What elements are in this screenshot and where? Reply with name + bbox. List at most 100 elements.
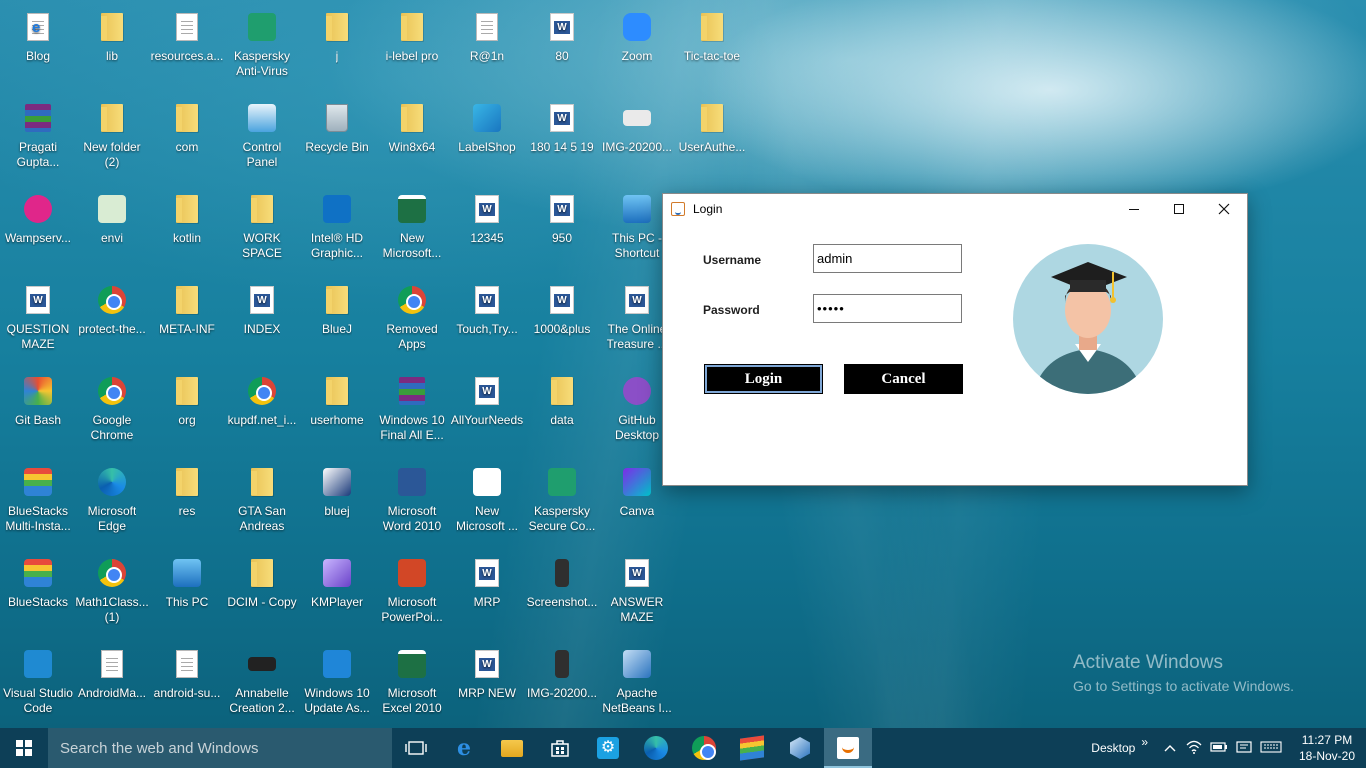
taskbar-java-app[interactable] xyxy=(824,728,872,768)
keyboard-icon[interactable] xyxy=(1260,740,1282,756)
taskbar-file-explorer[interactable] xyxy=(488,728,536,768)
taskbar-netbeans[interactable] xyxy=(776,728,824,768)
task-view-button[interactable] xyxy=(392,728,440,768)
taskbar-store[interactable] xyxy=(536,728,584,768)
toolbar-chevron-icon[interactable]: » xyxy=(1141,735,1148,749)
desktop-icon[interactable]: WORK SPACE xyxy=(224,186,300,274)
desktop-toolbar-label[interactable]: Desktop xyxy=(1091,741,1135,755)
clock[interactable]: 11:27 PM 18-Nov-20 xyxy=(1288,732,1366,764)
desktop-icon[interactable]: Kaspersky Anti-Virus xyxy=(224,4,300,92)
desktop-icon[interactable]: kotlin xyxy=(149,186,225,274)
desktop-icon[interactable]: Win8x64 xyxy=(374,95,450,183)
desktop-icon[interactable]: BlueStacks Multi-Insta... xyxy=(0,459,76,547)
desktop-icon[interactable]: ANSWER MAZE xyxy=(599,550,675,638)
desktop-icon[interactable]: Zoom xyxy=(599,4,675,92)
taskbar-settings[interactable]: ⚙ xyxy=(584,728,632,768)
desktop-icon[interactable]: org xyxy=(149,368,225,456)
desktop-icon[interactable]: Math1Class... (1) xyxy=(74,550,150,638)
desktop-icon[interactable]: AllYourNeeds xyxy=(449,368,525,456)
desktop-icon[interactable]: Removed Apps xyxy=(374,277,450,365)
desktop-icon[interactable]: Microsoft PowerPoi... xyxy=(374,550,450,638)
desktop-icon[interactable]: New Microsoft... xyxy=(374,186,450,274)
desktop-icon[interactable]: LabelShop xyxy=(449,95,525,183)
desktop-icon[interactable]: BlueJ xyxy=(299,277,375,365)
desktop-icon[interactable]: Google Chrome xyxy=(74,368,150,456)
volume-icon[interactable] xyxy=(1236,740,1252,757)
desktop-icon[interactable]: Control Panel xyxy=(224,95,300,183)
desktop-icon[interactable]: Screenshot... xyxy=(524,550,600,638)
desktop-icon[interactable]: com xyxy=(149,95,225,183)
excel-app-icon xyxy=(395,647,429,681)
desktop-icon[interactable]: Windows 10 Update As... xyxy=(299,641,375,729)
desktop-icon[interactable]: android-su... xyxy=(149,641,225,729)
desktop-icon[interactable]: GTA San Andreas xyxy=(224,459,300,547)
desktop-icon[interactable]: resources.a... xyxy=(149,4,225,92)
taskbar-chrome[interactable] xyxy=(680,728,728,768)
desktop-icon[interactable]: 1000&plus xyxy=(524,277,600,365)
desktop-icon[interactable]: kupdf.net_i... xyxy=(224,368,300,456)
desktop-icon[interactable]: Git Bash xyxy=(0,368,76,456)
desktop-icon[interactable]: IMG-20200... xyxy=(599,95,675,183)
desktop-icon[interactable]: i-lebel pro xyxy=(374,4,450,92)
taskbar-ie[interactable]: e xyxy=(440,728,488,768)
desktop-icon[interactable]: UserAuthe... xyxy=(674,95,750,183)
desktop-icon[interactable]: Microsoft Word 2010 xyxy=(374,459,450,547)
desktop-icon[interactable]: New folder (2) xyxy=(74,95,150,183)
desktop-icon[interactable]: res xyxy=(149,459,225,547)
desktop-icon[interactable]: bluej xyxy=(299,459,375,547)
battery-icon[interactable] xyxy=(1210,741,1228,756)
login-button[interactable]: Login xyxy=(704,364,823,394)
desktop-icon[interactable]: protect-the... xyxy=(74,277,150,365)
desktop-icon[interactable]: Kaspersky Secure Co... xyxy=(524,459,600,547)
desktop-icon[interactable]: INDEX xyxy=(224,277,300,365)
desktop-icon[interactable]: New Microsoft ... xyxy=(449,459,525,547)
desktop-icon[interactable]: e Blog xyxy=(0,4,76,92)
desktop-icon[interactable]: MRP xyxy=(449,550,525,638)
desktop-icon[interactable]: Microsoft Excel 2010 xyxy=(374,641,450,729)
maximize-button[interactable] xyxy=(1156,194,1202,224)
desktop-icon[interactable]: lib xyxy=(74,4,150,92)
desktop-icon[interactable]: Recycle Bin xyxy=(299,95,375,183)
wifi-icon[interactable] xyxy=(1186,740,1202,757)
desktop-icon[interactable]: j xyxy=(299,4,375,92)
desktop-icon[interactable]: Windows 10 Final All E... xyxy=(374,368,450,456)
minimize-button[interactable] xyxy=(1111,194,1157,224)
desktop-icon[interactable]: KMPlayer xyxy=(299,550,375,638)
desktop-icon[interactable]: Microsoft Edge xyxy=(74,459,150,547)
desktop-icon[interactable]: 950 xyxy=(524,186,600,274)
desktop-icon[interactable]: BlueStacks xyxy=(0,550,76,638)
desktop-icon[interactable]: 80 xyxy=(524,4,600,92)
password-field[interactable]: ••••• xyxy=(813,294,962,323)
desktop-icon[interactable]: DCIM - Copy xyxy=(224,550,300,638)
desktop-icon[interactable]: This PC xyxy=(149,550,225,638)
desktop-icon[interactable]: Wampserv... xyxy=(0,186,76,274)
desktop-icon[interactable]: userhome xyxy=(299,368,375,456)
desktop-icon[interactable]: envi xyxy=(74,186,150,274)
taskbar-bluestacks[interactable] xyxy=(728,728,776,768)
desktop-icon[interactable]: META-INF xyxy=(149,277,225,365)
desktop-icon[interactable]: Tic-tac-toe xyxy=(674,4,750,92)
desktop-icon-label: ANSWER MAZE xyxy=(610,595,664,624)
desktop-icon[interactable]: Apache NetBeans I... xyxy=(599,641,675,729)
desktop-icon[interactable]: 12345 xyxy=(449,186,525,274)
desktop-icon[interactable]: Intel® HD Graphic... xyxy=(299,186,375,274)
close-button[interactable] xyxy=(1201,194,1247,224)
desktop-icon[interactable]: Pragati Gupta... xyxy=(0,95,76,183)
desktop-icon[interactable]: Annabelle Creation 2... xyxy=(224,641,300,729)
desktop-icon[interactable]: 180 14 5 19 xyxy=(524,95,600,183)
desktop-icon[interactable]: QUESTION MAZE xyxy=(0,277,76,365)
desktop-icon[interactable]: Touch,Try... xyxy=(449,277,525,365)
taskbar-edge[interactable] xyxy=(632,728,680,768)
desktop-icon[interactable]: R@1n xyxy=(449,4,525,92)
desktop-icon[interactable]: AndroidMa... xyxy=(74,641,150,729)
show-hidden-icons-chevron-icon[interactable] xyxy=(1164,741,1176,755)
title-bar[interactable]: Login xyxy=(663,194,1247,224)
desktop-icon[interactable]: MRP NEW xyxy=(449,641,525,729)
desktop-icon[interactable]: IMG-20200... xyxy=(524,641,600,729)
desktop-icon[interactable]: data xyxy=(524,368,600,456)
start-button[interactable] xyxy=(0,728,48,768)
taskbar-search-box[interactable]: Search the web and Windows xyxy=(48,728,392,768)
desktop-icon[interactable]: Visual Studio Code xyxy=(0,641,76,729)
username-field[interactable]: admin xyxy=(813,244,962,273)
cancel-button[interactable]: Cancel xyxy=(844,364,963,394)
